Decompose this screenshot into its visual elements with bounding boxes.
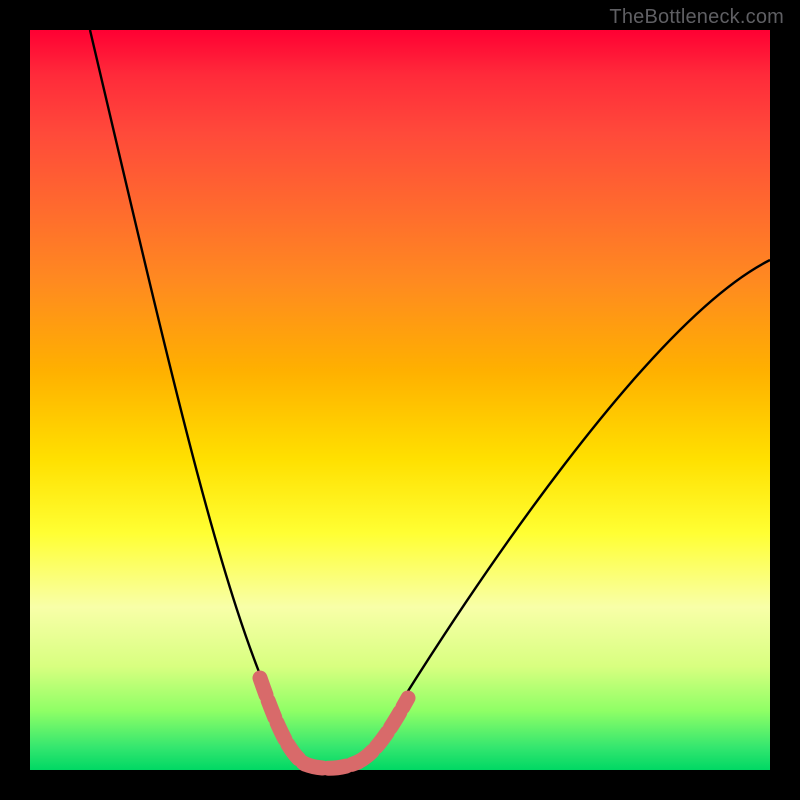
optimal-zone-bottom [305,762,358,768]
chart-plot-area [30,30,770,770]
chart-svg [30,30,770,770]
bottleneck-curve [90,30,770,768]
optimal-zone-right [358,698,408,762]
optimal-zone-left [260,678,305,764]
watermark-text: TheBottleneck.com [609,6,784,29]
chart-frame: TheBottleneck.com [0,0,800,800]
